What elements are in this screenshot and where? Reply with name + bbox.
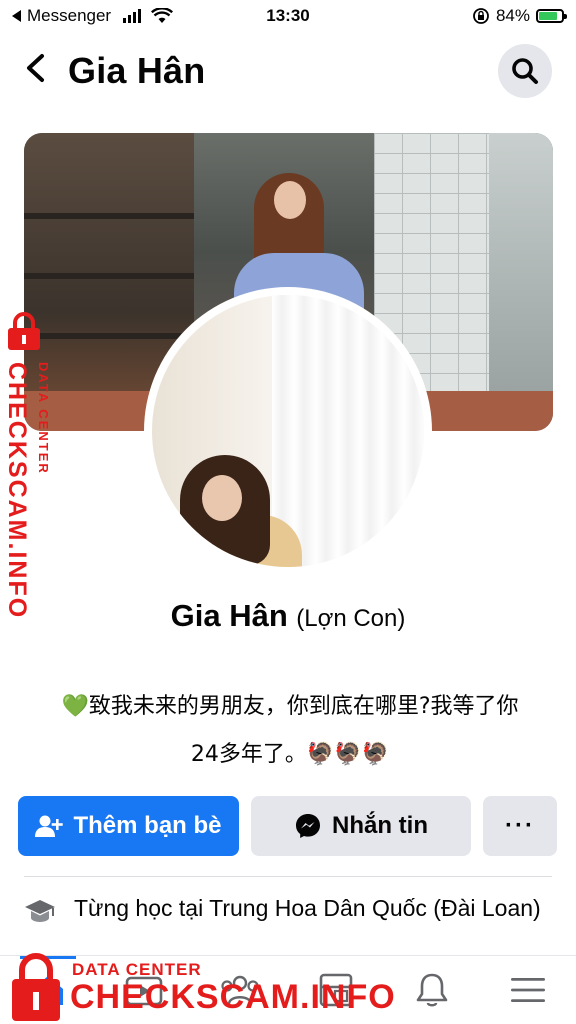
bio-line-1: 💚致我未来的男朋友，你到底在哪里?我等了你 [61, 694, 519, 719]
bio-line-2: 24多年了。🦃🦃🦃 [190, 742, 390, 767]
watermark-bottom-small: DATA CENTER [72, 960, 202, 979]
profile-alternate-name: (Lợn Con) [296, 605, 406, 632]
wifi-icon [151, 8, 174, 23]
nav-menu[interactable] [480, 956, 576, 1024]
watermark-side-big: CHECKSCAM.INFO [3, 362, 31, 620]
status-left[interactable]: Messenger [12, 6, 212, 26]
more-options-label: ··· [505, 812, 535, 839]
lock-icon [8, 312, 40, 350]
watermark-side-small: DATA CENTER [36, 362, 51, 475]
back-app-label: Messenger [27, 6, 112, 25]
profile-name-row: Gia Hân (Lợn Con) [0, 598, 576, 634]
bell-icon [416, 973, 448, 1007]
profile-header: Gia Hân [0, 36, 576, 106]
messenger-icon [296, 814, 320, 838]
menu-icon [511, 978, 545, 1002]
add-friend-icon [35, 815, 64, 837]
nav-notifications[interactable] [384, 956, 480, 1024]
back-to-app-icon [12, 10, 21, 22]
battery-percent: 84% [495, 6, 530, 25]
add-friend-button[interactable]: Thêm bạn bè [18, 796, 239, 856]
signal-icon [123, 9, 142, 23]
graduation-cap-icon [24, 893, 56, 930]
page-title: Gia Hân [68, 50, 206, 91]
education-text: Từng học tại Trung Hoa Dân Quốc (Đài Loa… [74, 895, 541, 921]
back-arrow-icon[interactable] [24, 52, 64, 90]
watermark-bottom-big: CHECKSCAM.INFO [70, 978, 396, 1016]
profile-actions: Thêm bạn bè Nhắn tin ··· [18, 796, 558, 856]
intro-education: Từng học tại Trung Hoa Dân Quốc (Đài Loa… [24, 893, 554, 930]
lock-icon [12, 953, 60, 1021]
more-options-button[interactable]: ··· [483, 796, 557, 856]
search-icon [512, 58, 538, 84]
status-bar: Messenger 13:30 84% [0, 0, 576, 32]
profile-name: Gia Hân [170, 598, 288, 633]
orientation-lock-icon [473, 8, 489, 24]
search-button[interactable] [498, 44, 552, 98]
profile-avatar[interactable] [144, 287, 432, 575]
profile-bio: 💚致我未来的男朋友，你到底在哪里?我等了你 24多年了。🦃🦃🦃 [30, 683, 550, 779]
divider [24, 876, 552, 877]
add-friend-label: Thêm bạn bè [73, 812, 222, 839]
message-button[interactable]: Nhắn tin [251, 796, 471, 856]
battery-icon [536, 9, 567, 23]
watermark-side: CHECKSCAM.INFO DATA CENTER [2, 312, 62, 619]
message-label: Nhắn tin [332, 812, 428, 839]
